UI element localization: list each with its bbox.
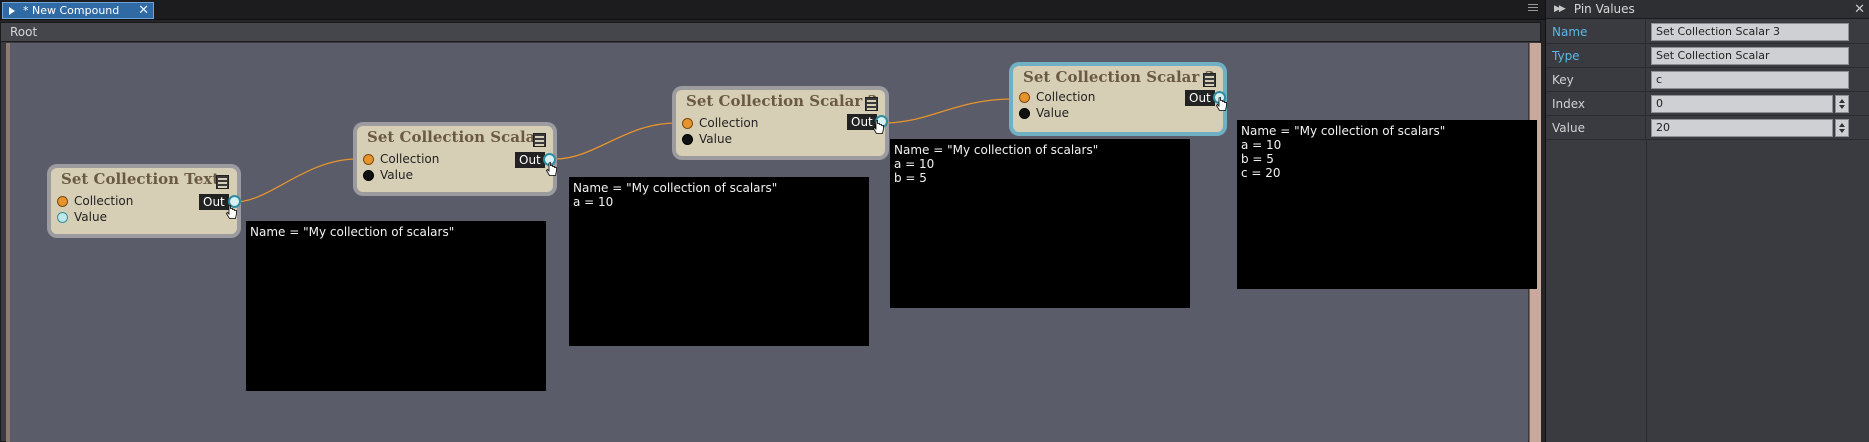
pin-collection[interactable]: Collection (57, 194, 133, 208)
tab-title: * New Compound (23, 4, 120, 17)
node-set-collection-scalar-3[interactable]: Set Collection Scalar 3 Collection Value… (1013, 66, 1226, 132)
pin-label: Value (1036, 106, 1069, 120)
pin-label: Collection (74, 194, 134, 208)
name-field[interactable]: Set Collection Scalar 3 (1651, 23, 1849, 41)
app-window: * New Compound ✕ Root Set Collection Tex… (0, 0, 1869, 442)
row-type: Type Set Collection Scalar (1546, 44, 1869, 68)
row-label: Value (1546, 116, 1646, 140)
row-label: Index (1546, 92, 1646, 116)
row-label: Name (1546, 20, 1646, 44)
pin-collection-icon[interactable] (682, 117, 693, 129)
node-set-collection-scalar-2[interactable]: Set Collection Scalar 2 Collection Value… (676, 90, 888, 156)
value-field[interactable]: 20 (1651, 119, 1833, 137)
pin-collection-icon[interactable] (57, 195, 68, 207)
pin-label: Collection (1036, 90, 1096, 104)
pin-value-icon[interactable] (57, 211, 68, 223)
node-set-collection-text[interactable]: Set Collection Text Collection Value Out (51, 168, 241, 234)
pin-collection[interactable]: Collection (363, 152, 439, 166)
output-preview-1: Name = "My collection of scalars" (246, 221, 546, 391)
close-icon[interactable]: ✕ (1854, 0, 1865, 19)
pin-value[interactable]: Value (363, 168, 413, 182)
pin-value[interactable]: Value (1019, 106, 1069, 120)
index-field[interactable]: 0 (1651, 95, 1833, 113)
close-icon[interactable]: ✕ (138, 3, 149, 18)
output-preview-2: Name = "My collection of scalars" a = 10 (569, 177, 869, 346)
hand-cursor-icon (873, 120, 884, 134)
pin-collection-icon[interactable] (1019, 91, 1030, 103)
node-title: Set Collection Text (61, 170, 220, 188)
pin-label: Value (380, 168, 413, 182)
type-field[interactable]: Set Collection Scalar (1651, 47, 1849, 65)
pin-value[interactable]: Value (57, 210, 107, 224)
index-stepper[interactable] (1835, 95, 1849, 113)
row-key: Key c (1546, 68, 1869, 92)
node-menu-icon[interactable] (1203, 73, 1216, 87)
node-menu-icon[interactable] (533, 133, 546, 147)
node-title: Set Collection Scalar 3 (1023, 68, 1215, 86)
hand-cursor-icon (226, 205, 237, 219)
node-title: Set Collection Scalar 2 (686, 92, 878, 110)
breadcrumb[interactable]: Root (1, 23, 1540, 42)
document-tab-bar: * New Compound ✕ (0, 0, 1545, 20)
row-value: Value 20 (1546, 116, 1869, 140)
out-label: Out (199, 194, 229, 210)
row-label: Type (1546, 44, 1646, 68)
pin-value-icon[interactable] (1019, 107, 1030, 119)
output-preview-4: Name = "My collection of scalars" a = 10… (1237, 120, 1537, 289)
row-label: Key (1546, 68, 1646, 92)
expand-arrows-icon[interactable]: ▶▶ (1554, 0, 1566, 19)
pin-label: Collection (699, 116, 759, 130)
pin-value-icon[interactable] (363, 169, 374, 181)
hand-cursor-icon (546, 162, 557, 176)
pin-values-panel: ▶▶ Pin Values ✕ Name Set Collection Scal… (1545, 0, 1869, 442)
row-index: Index 0 (1546, 92, 1869, 116)
tab-new-compound[interactable]: * New Compound ✕ (2, 2, 154, 19)
pin-label: Collection (380, 152, 440, 166)
pin-collection-icon[interactable] (363, 153, 374, 165)
play-icon (9, 6, 15, 15)
pin-value[interactable]: Value (682, 132, 732, 146)
panel-header: ▶▶ Pin Values ✕ (1546, 0, 1869, 19)
panel-title: Pin Values (1573, 1, 1635, 16)
breadcrumb-root[interactable]: Root (10, 25, 37, 39)
node-menu-icon[interactable] (216, 175, 229, 189)
output-preview-3: Name = "My collection of scalars" a = 10… (890, 139, 1190, 308)
hand-cursor-icon (1216, 97, 1227, 111)
panel-divider (1646, 140, 1647, 442)
key-field[interactable]: c (1651, 71, 1849, 89)
row-name: Name Set Collection Scalar 3 (1546, 20, 1869, 44)
pin-collection[interactable]: Collection (682, 116, 758, 130)
value-stepper[interactable] (1835, 119, 1849, 137)
out-label: Out (515, 152, 545, 168)
node-title: Set Collection Scalar (367, 128, 544, 146)
pin-label: Value (74, 210, 107, 224)
node-menu-icon[interactable] (865, 97, 878, 111)
pin-collection[interactable]: Collection (1019, 90, 1095, 104)
out-label: Out (1185, 90, 1215, 106)
node-set-collection-scalar[interactable]: Set Collection Scalar Collection Value O… (357, 126, 556, 192)
panel-body: Name Set Collection Scalar 3 Type Set Co… (1546, 20, 1869, 442)
pin-value-icon[interactable] (682, 133, 693, 145)
hamburger-icon[interactable] (1528, 4, 1538, 14)
pin-label: Value (699, 132, 732, 146)
